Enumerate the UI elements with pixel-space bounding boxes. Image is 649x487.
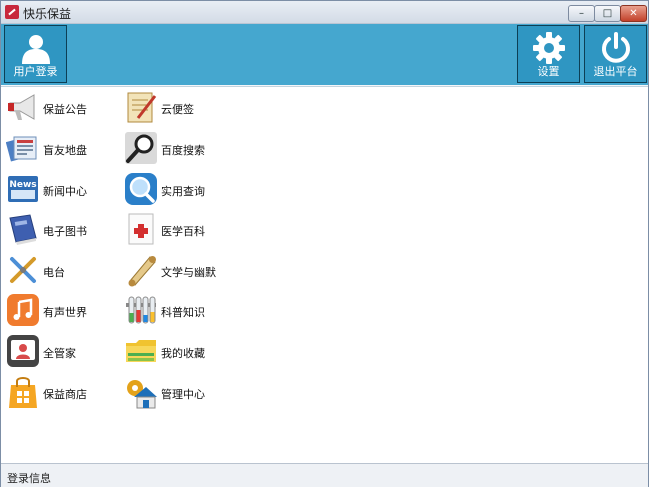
menu-item-cloud-notes[interactable]: 云便签 (121, 89, 231, 125)
book-icon (9, 214, 37, 245)
megaphone-icon (8, 94, 35, 120)
menu-item-label: 云便签 (161, 103, 194, 116)
menu-item-label: 我的收藏 (161, 347, 205, 360)
menu-item-science[interactable]: 科普知识 (121, 292, 231, 328)
menu-item-store[interactable]: 保益商店 (3, 374, 113, 410)
menu-item-label: 新闻中心 (43, 185, 87, 198)
user-card-icon (7, 335, 39, 367)
folder-icon (126, 340, 156, 362)
radio-tools-icon (10, 257, 36, 283)
maximize-icon: □ (602, 8, 613, 19)
music-note-icon (7, 294, 39, 326)
menu-item-label: 医学百科 (161, 225, 205, 238)
power-icon (602, 32, 630, 63)
login-info-status: 登录信息 (7, 472, 51, 485)
menu-item-label: 保益公告 (43, 103, 87, 116)
maximize-button[interactable]: □ (594, 5, 621, 22)
menu-item-literature-humor[interactable]: 文学与幽默 (121, 252, 231, 288)
menu-item-radio[interactable]: 电台 (3, 252, 113, 288)
close-icon: ✕ (629, 8, 638, 19)
user-login-label: 用户登录 (13, 65, 58, 78)
magnifier-icon (125, 132, 157, 164)
minimize-icon: – (579, 8, 584, 19)
app-logo-icon (5, 5, 19, 19)
menu-item-label: 百度搜索 (161, 144, 205, 157)
notepad-icon (127, 92, 157, 123)
settings-button[interactable]: 设置 (517, 25, 580, 83)
gear-icon (533, 32, 565, 64)
menu-item-label: 管理中心 (161, 388, 205, 401)
settings-label: 设置 (537, 65, 560, 78)
menu-item-audio-world[interactable]: 有声世界 (3, 292, 113, 328)
menu-item-label: 科普知识 (161, 306, 205, 319)
user-icon (22, 35, 50, 64)
status-bar: 登录信息 (1, 463, 648, 487)
app-window: 快乐保益 – □ ✕ 用户登录 设置 退出平台 保益公告 盲友地盘 News 新… (0, 0, 649, 487)
svg-text:News: News (9, 180, 36, 190)
window-title: 快乐保益 (23, 7, 72, 21)
title-bar: 快乐保益 – □ ✕ (1, 1, 648, 24)
menu-item-label: 全管家 (43, 347, 76, 360)
menu-item-practical-query[interactable]: 实用查询 (121, 171, 231, 207)
newspapers-icon (6, 136, 37, 162)
user-login-button[interactable]: 用户登录 (4, 25, 67, 83)
shopping-bag-icon (9, 377, 37, 408)
menu-item-my-favorites[interactable]: 我的收藏 (121, 333, 231, 369)
menu-item-management-center[interactable]: 管理中心 (121, 374, 231, 410)
menu-item-blind-friends[interactable]: 盲友地盘 (3, 130, 113, 166)
menu-item-baidu-search[interactable]: 百度搜索 (121, 130, 231, 166)
scroll-icon (128, 256, 156, 287)
news-icon: News (8, 176, 38, 202)
test-tubes-icon (126, 296, 156, 324)
menu-item-label: 保益商店 (43, 388, 87, 401)
minimize-button[interactable]: – (568, 5, 595, 22)
medical-note-icon (128, 213, 154, 245)
menu-item-news-center[interactable]: News 新闻中心 (3, 171, 113, 207)
exit-platform-button[interactable]: 退出平台 (584, 25, 647, 83)
blue-magnifier-icon (125, 173, 157, 205)
menu-item-label: 文学与幽默 (161, 266, 216, 279)
menu-item-label: 实用查询 (161, 185, 205, 198)
exit-platform-label: 退出平台 (593, 65, 638, 78)
menu-item-medical-encyclopedia[interactable]: 医学百科 (121, 211, 231, 247)
close-button[interactable]: ✕ (620, 5, 647, 22)
menu-item-label: 盲友地盘 (43, 144, 87, 157)
menu-item-ebooks[interactable]: 电子图书 (3, 211, 113, 247)
menu-item-label: 电子图书 (43, 225, 87, 238)
menu-item-label: 电台 (43, 266, 65, 279)
main-menu-area: 保益公告 盲友地盘 News 新闻中心 电子图书 电台 有声世界 全管家 保益商… (1, 86, 648, 463)
menu-item-announcement[interactable]: 保益公告 (3, 89, 113, 125)
menu-item-butler[interactable]: 全管家 (3, 333, 113, 369)
toolbar: 用户登录 设置 退出平台 (1, 24, 648, 85)
menu-item-label: 有声世界 (43, 306, 87, 319)
house-gear-icon (127, 380, 157, 409)
